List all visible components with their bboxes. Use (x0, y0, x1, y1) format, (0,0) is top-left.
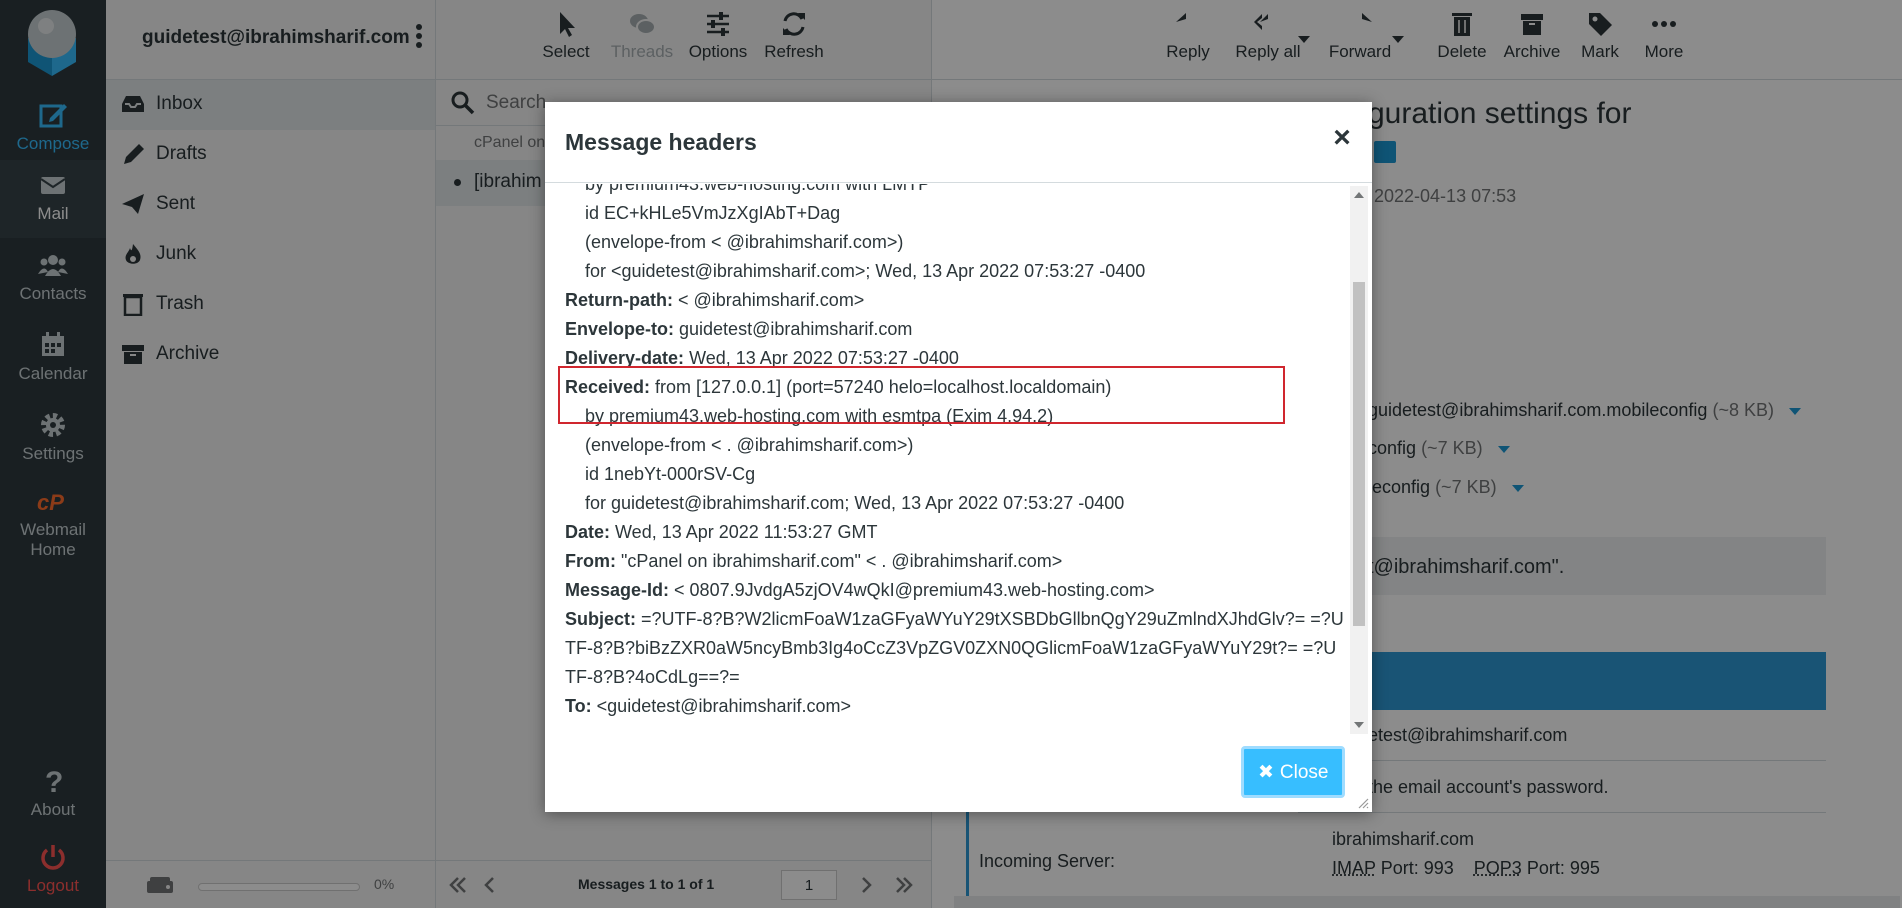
header-key: Date: (565, 522, 610, 542)
header-value: Wed, 13 Apr 2022 07:53:27 -0400 (684, 348, 959, 368)
close-label: Close (1280, 762, 1329, 783)
header-key: Message-Id: (565, 580, 669, 600)
header-value: < @ibrahimsharif.com> (673, 290, 864, 310)
scroll-thumb[interactable] (1353, 282, 1365, 626)
header-value: =?UTF-8?B?W2licmFoaW1zaGFyaWYuY29tXSBDbG… (565, 609, 1344, 687)
header-key: Subject: (565, 609, 636, 629)
header-line: for <guidetest@ibrahimsharif.com>; Wed, … (565, 257, 1345, 286)
dialog-divider (545, 182, 1372, 183)
header-date: Date: Wed, 13 Apr 2022 11:53:27 GMT (565, 518, 1345, 547)
header-key: Delivery-date: (565, 348, 684, 368)
header-line: for guidetest@ibrahimsharif.com; Wed, 13… (565, 489, 1345, 518)
close-icon[interactable]: × (1330, 126, 1354, 150)
header-line: (envelope-from < @ibrahimsharif.com>) (565, 228, 1345, 257)
header-to: To: <guidetest@ibrahimsharif.com> (565, 692, 1345, 721)
header-value: Wed, 13 Apr 2022 11:53:27 GMT (610, 522, 878, 542)
scroll-up-icon[interactable] (1354, 192, 1364, 198)
header-key: To: (565, 696, 592, 716)
header-subject: Subject: =?UTF-8?B?W2licmFoaW1zaGFyaWYuY… (565, 605, 1345, 692)
received-highlight-box (558, 366, 1285, 424)
header-value: guidetest@ibrahimsharif.com (674, 319, 912, 339)
header-key: From: (565, 551, 616, 571)
header-value: "cPanel on ibrahimsharif.com" < . @ibrah… (616, 551, 1062, 571)
header-value: <guidetest@ibrahimsharif.com> (592, 696, 851, 716)
dialog-title: Message headers (565, 129, 757, 156)
header-key: Return-path: (565, 290, 673, 310)
header-key: Envelope-to: (565, 319, 674, 339)
dialog-scrollbar[interactable] (1350, 186, 1368, 734)
resize-handle-icon[interactable] (1357, 797, 1369, 809)
header-from: From: "cPanel on ibrahimsharif.com" < . … (565, 547, 1345, 576)
header-message-id: Message-Id: < 0807.9JvdgA5zjOV4wQkI@prem… (565, 576, 1345, 605)
close-button[interactable]: ✖ Close (1241, 746, 1345, 798)
header-line: id 1nebYt-000rSV-Cg (565, 460, 1345, 489)
headers-content: by premium43.web-hosting.com with LMTP i… (565, 184, 1345, 732)
close-icon: ✖ (1258, 761, 1274, 784)
header-return-path: Return-path: < @ibrahimsharif.com> (565, 286, 1345, 315)
header-line: by premium43.web-hosting.com with LMTP (565, 184, 1345, 199)
message-headers-dialog: Message headers × by premium43.web-hosti… (545, 102, 1372, 812)
header-envelope-to: Envelope-to: guidetest@ibrahimsharif.com (565, 315, 1345, 344)
scroll-down-icon[interactable] (1354, 722, 1364, 728)
header-line: (envelope-from < . @ibrahimsharif.com>) (565, 431, 1345, 460)
header-line: id EC+kHLe5VmJzXgIAbT+Dag (565, 199, 1345, 228)
header-value: < 0807.9JvdgA5zjOV4wQkI@premium43.web-ho… (669, 580, 1155, 600)
